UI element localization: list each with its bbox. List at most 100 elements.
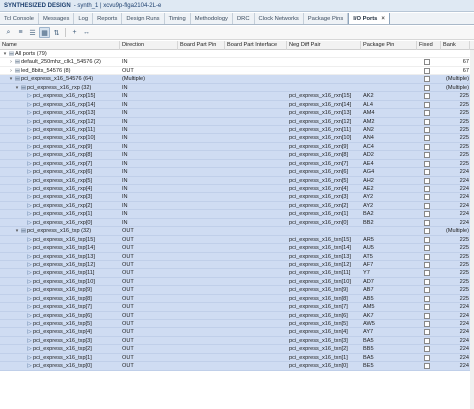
package-pin-cell[interactable]: [361, 50, 415, 58]
package-pin-cell[interactable]: BA2: [361, 210, 415, 218]
group-icon[interactable]: ▦: [39, 27, 50, 38]
fixed-checkbox[interactable]: [424, 270, 430, 277]
package-pin-cell[interactable]: AG4: [361, 168, 415, 176]
fixed-checkbox[interactable]: [424, 160, 430, 167]
fixed-checkbox[interactable]: [424, 76, 430, 83]
tab-design-runs[interactable]: Design Runs: [122, 13, 165, 24]
package-pin-cell[interactable]: AM4: [361, 109, 415, 117]
column-header-board-part-interface[interactable]: Board Part Interface: [225, 41, 287, 50]
fixed-checkbox[interactable]: [424, 321, 430, 327]
fixed-checkbox[interactable]: [424, 312, 430, 319]
plus-icon[interactable]: +: [69, 27, 80, 38]
fixed-checkbox[interactable]: [424, 84, 430, 91]
package-pin-cell[interactable]: [361, 84, 415, 92]
package-pin-cell[interactable]: AD7: [361, 278, 415, 286]
package-pin-cell[interactable]: AE4: [361, 160, 415, 168]
fixed-checkbox[interactable]: [424, 287, 430, 294]
fixed-checkbox[interactable]: [424, 135, 430, 142]
package-pin-cell[interactable]: AW5: [361, 320, 415, 328]
tree-port-row[interactable]: ▷pci_express_x16_rxp[4] IN pci_express_x16…: [0, 185, 474, 194]
fixed-checkbox[interactable]: [424, 93, 430, 100]
package-pin-cell[interactable]: AY2: [361, 202, 415, 210]
fixed-checkbox[interactable]: [424, 337, 430, 344]
tree-group-row[interactable]: ▾ ▤pci_express_x16_54576 (64) (Multiple) (M…: [0, 75, 474, 84]
tree-port-row[interactable]: ▷pci_express_x16_rxp[0] IN pci_express_x16…: [0, 218, 474, 228]
package-pin-cell[interactable]: AK2: [361, 92, 415, 100]
tab-methodology[interactable]: Methodology: [191, 13, 233, 24]
tree-port-row[interactable]: ▷pci_express_x16_rxp[3] IN pci_express_x16…: [0, 193, 474, 202]
package-pin-cell[interactable]: AH2: [361, 177, 415, 185]
package-pin-cell[interactable]: BB2: [361, 219, 415, 227]
package-pin-cell[interactable]: AR5: [361, 236, 415, 244]
package-pin-cell[interactable]: [361, 58, 415, 66]
fixed-checkbox[interactable]: [424, 278, 430, 285]
tree-port-row[interactable]: ▷pci_express_x16_rxp[6] IN pci_express_x16…: [0, 168, 474, 177]
fixed-checkbox[interactable]: [424, 110, 430, 117]
fixed-checkbox[interactable]: [424, 118, 430, 125]
tree-port-row[interactable]: ▷pci_express_x16_txp[10] OUT pci_express_x…: [0, 277, 474, 287]
tab-timing[interactable]: Timing: [165, 13, 191, 24]
package-pin-cell[interactable]: AY7: [361, 328, 415, 336]
fixed-checkbox[interactable]: [424, 202, 430, 209]
tab-messages[interactable]: Messages: [39, 13, 75, 24]
tree-port-row[interactable]: ▷pci_express_x16_rxp[15] IN pci_express_x1…: [0, 92, 474, 101]
fixed-checkbox[interactable]: [424, 152, 430, 159]
package-pin-cell[interactable]: AF7: [361, 261, 415, 269]
tree-port-row[interactable]: ▷pci_express_x16_rxp[2] IN pci_express_x16…: [0, 201, 474, 211]
fixed-checkbox[interactable]: [424, 228, 430, 235]
column-header-name[interactable]: Name: [0, 41, 120, 50]
fixed-checkbox[interactable]: [424, 169, 430, 176]
sort-icon[interactable]: ⇅: [51, 27, 62, 38]
fixed-checkbox[interactable]: [424, 143, 430, 150]
fixed-checkbox[interactable]: [424, 304, 430, 311]
tab-package-pins[interactable]: Package Pins: [304, 13, 349, 24]
tree-port-row[interactable]: ▷pci_express_x16_txp[11] OUT pci_express_x…: [0, 269, 474, 278]
tree-group-row[interactable]: ▾ ▤pci_express_x16_rxp (32) IN (Multiple): [0, 83, 474, 93]
tree-port-row[interactable]: ▷pci_express_x16_txp[7] OUT pci_express_x1…: [0, 303, 474, 312]
package-pin-cell[interactable]: AE2: [361, 185, 415, 193]
package-pin-cell[interactable]: AK7: [361, 312, 415, 320]
tab-reports[interactable]: Reports: [93, 13, 123, 24]
vertical-scrollbar[interactable]: [470, 50, 474, 409]
tree-port-row[interactable]: ▷pci_express_x16_rxp[10] IN pci_express_x1…: [0, 134, 474, 143]
tree-port-row[interactable]: ▷pci_express_x16_rxp[11] IN pci_express_x1…: [0, 125, 474, 135]
tab-tcl-console[interactable]: Tcl Console: [0, 13, 39, 24]
package-pin-cell[interactable]: AL4: [361, 101, 415, 109]
fixed-checkbox[interactable]: [424, 59, 430, 66]
package-pin-cell[interactable]: BE5: [361, 362, 415, 370]
column-header-direction[interactable]: Direction: [120, 41, 178, 50]
fixed-checkbox[interactable]: [424, 329, 430, 336]
fixed-checkbox[interactable]: [424, 219, 430, 226]
fixed-checkbox[interactable]: [424, 194, 430, 201]
tree-port-row[interactable]: ▷pci_express_x16_rxp[9] IN pci_express_x16…: [0, 142, 474, 152]
package-pin-cell[interactable]: [361, 227, 415, 235]
fixed-checkbox[interactable]: [424, 101, 430, 108]
column-header-fixed[interactable]: Fixed: [417, 41, 441, 50]
fixed-checkbox[interactable]: [424, 236, 430, 243]
expand-all-icon[interactable]: ☰: [27, 27, 38, 38]
tree-port-row[interactable]: ▷pci_express_x16_txp[6] OUT pci_express_x1…: [0, 311, 474, 320]
fixed-checkbox[interactable]: [424, 346, 430, 353]
fixed-checkbox[interactable]: [424, 126, 430, 133]
column-header-package-pin[interactable]: Package Pin: [361, 41, 417, 50]
tree-port-row[interactable]: ▷pci_express_x16_txp[12] OUT pci_express_x…: [0, 260, 474, 270]
tree-port-row[interactable]: ▷pci_express_x16_rxp[14] IN pci_express_x1…: [0, 100, 474, 110]
fixed-checkbox[interactable]: [424, 177, 430, 184]
column-header-board-part-pin[interactable]: Board Part Pin: [178, 41, 225, 50]
package-pin-cell[interactable]: AB7: [361, 286, 415, 294]
package-pin-cell[interactable]: AN4: [361, 134, 415, 142]
column-header-neg-diff-pair[interactable]: Neg Diff Pair: [287, 41, 361, 50]
package-pin-cell[interactable]: BB5: [361, 345, 415, 353]
tree-port-row[interactable]: ▷pci_express_x16_txp[14] OUT pci_express_x…: [0, 244, 474, 253]
package-pin-cell[interactable]: AN2: [361, 126, 415, 134]
tree-port-row[interactable]: ▷pci_express_x16_rxp[7] IN pci_express_x16…: [0, 159, 474, 169]
package-pin-cell[interactable]: AC4: [361, 143, 415, 151]
tree-group-row[interactable]: › ▤led_8bits_54576 (8) OUT 67: [0, 67, 474, 76]
package-pin-cell[interactable]: AT5: [361, 253, 415, 261]
package-pin-cell[interactable]: AM2: [361, 118, 415, 126]
tab-log[interactable]: Log: [74, 13, 94, 24]
fixed-checkbox[interactable]: [424, 354, 430, 361]
package-pin-cell[interactable]: AD2: [361, 151, 415, 159]
tab-i-o-ports[interactable]: I/O Ports ×: [348, 13, 390, 24]
tree-port-row[interactable]: ▷pci_express_x16_txp[4] OUT pci_express_x1…: [0, 328, 474, 337]
